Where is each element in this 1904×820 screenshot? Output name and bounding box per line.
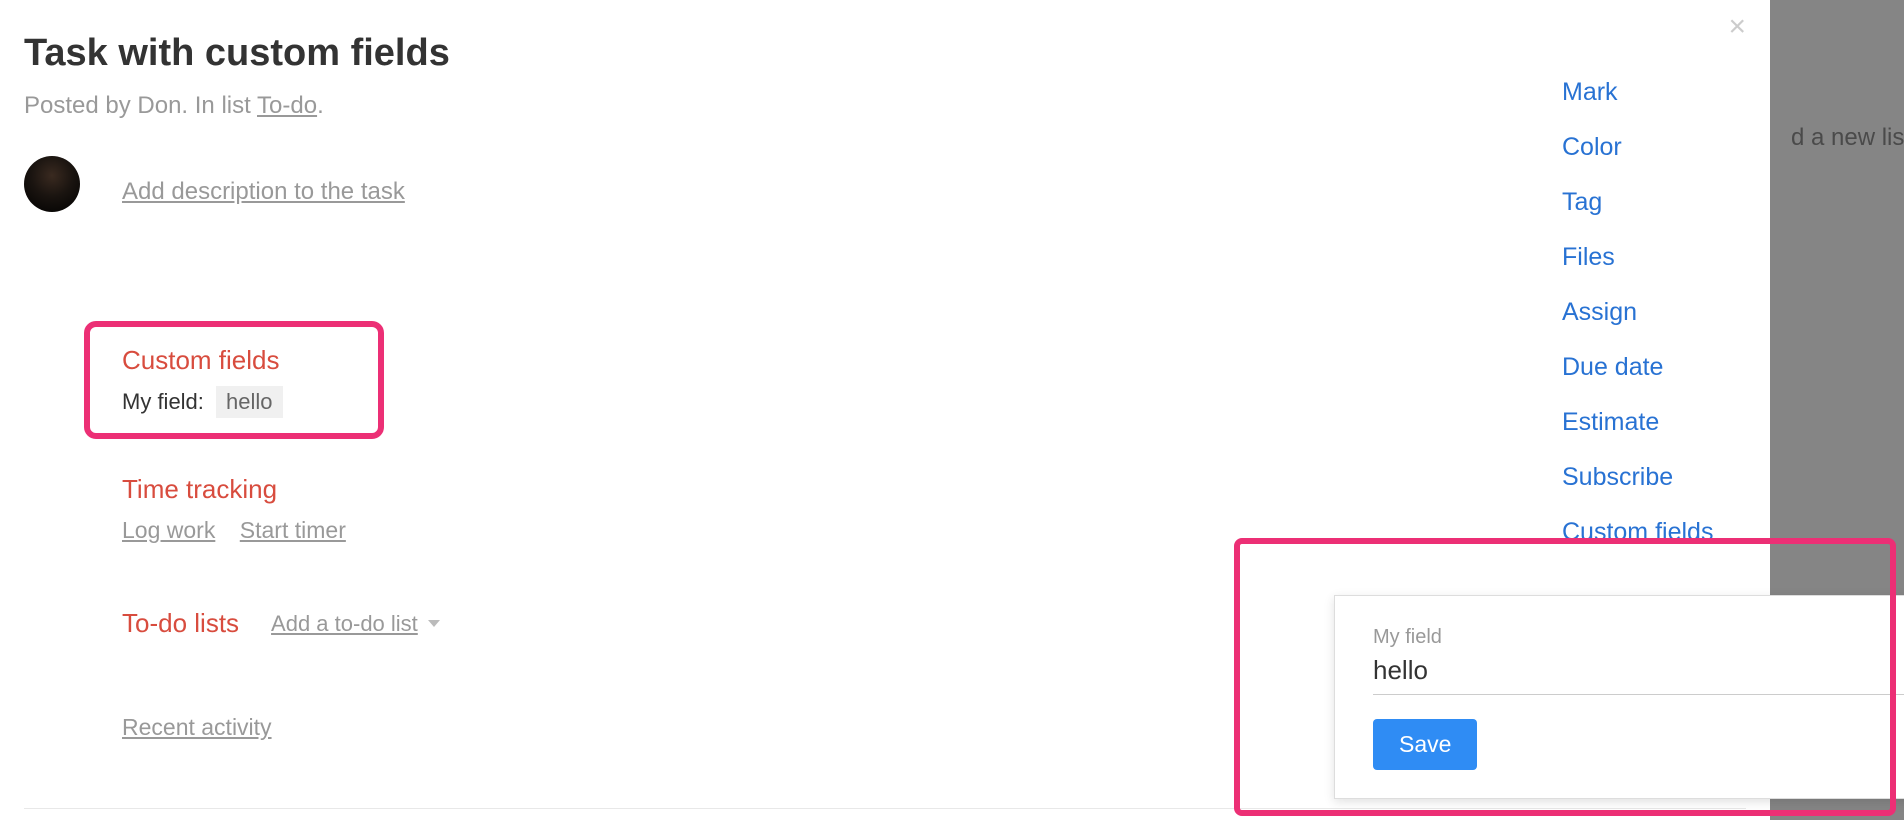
- popover-field-input[interactable]: [1373, 653, 1904, 695]
- task-title: Task with custom fields: [24, 32, 450, 75]
- task-meta: Posted by Don. In list To-do.: [24, 92, 324, 120]
- custom-field-row: My field: hello: [122, 386, 283, 418]
- save-button[interactable]: Save: [1373, 719, 1477, 770]
- time-tracking-links: Log work Start timer: [122, 517, 366, 544]
- close-icon[interactable]: ×: [1728, 12, 1746, 42]
- recent-activity-link[interactable]: Recent activity: [122, 714, 272, 741]
- divider: [24, 808, 1746, 809]
- start-timer-link[interactable]: Start timer: [240, 517, 346, 543]
- add-new-list-text: d a new list: [1791, 124, 1904, 152]
- menu-item-assign[interactable]: Assign: [1562, 298, 1713, 327]
- todo-heading: To-do lists: [122, 608, 239, 639]
- menu-item-estimate[interactable]: Estimate: [1562, 408, 1713, 437]
- log-work-link[interactable]: Log work: [122, 517, 215, 543]
- custom-field-popover: My field Save: [1334, 595, 1904, 799]
- meta-suffix: .: [317, 92, 324, 119]
- popover-field-label: My field: [1373, 626, 1904, 649]
- menu-item-color[interactable]: Color: [1562, 133, 1713, 162]
- menu-item-due-date[interactable]: Due date: [1562, 353, 1713, 382]
- list-link[interactable]: To-do: [257, 92, 317, 119]
- time-tracking-heading: Time tracking: [122, 474, 366, 505]
- menu-item-mark[interactable]: Mark: [1562, 78, 1713, 107]
- menu-item-files[interactable]: Files: [1562, 243, 1713, 272]
- custom-fields-section: Custom fields My field: hello: [122, 345, 283, 418]
- time-tracking-section: Time tracking Log work Start timer: [122, 474, 366, 544]
- avatar[interactable]: [24, 156, 80, 212]
- add-todo-list-link[interactable]: Add a to-do list: [271, 611, 440, 637]
- add-description-link[interactable]: Add description to the task: [122, 178, 405, 206]
- meta-prefix: Posted by Don. In list: [24, 92, 257, 119]
- menu-item-custom-fields[interactable]: Custom fields: [1562, 518, 1713, 547]
- task-side-menu: Mark Color Tag Files Assign Due date Est…: [1562, 78, 1713, 547]
- menu-item-subscribe[interactable]: Subscribe: [1562, 463, 1713, 492]
- menu-item-tag[interactable]: Tag: [1562, 188, 1713, 217]
- custom-field-value[interactable]: hello: [216, 386, 282, 418]
- todo-lists-section: To-do lists Add a to-do list: [122, 608, 440, 639]
- custom-field-label: My field:: [122, 389, 204, 414]
- custom-fields-heading: Custom fields: [122, 345, 283, 376]
